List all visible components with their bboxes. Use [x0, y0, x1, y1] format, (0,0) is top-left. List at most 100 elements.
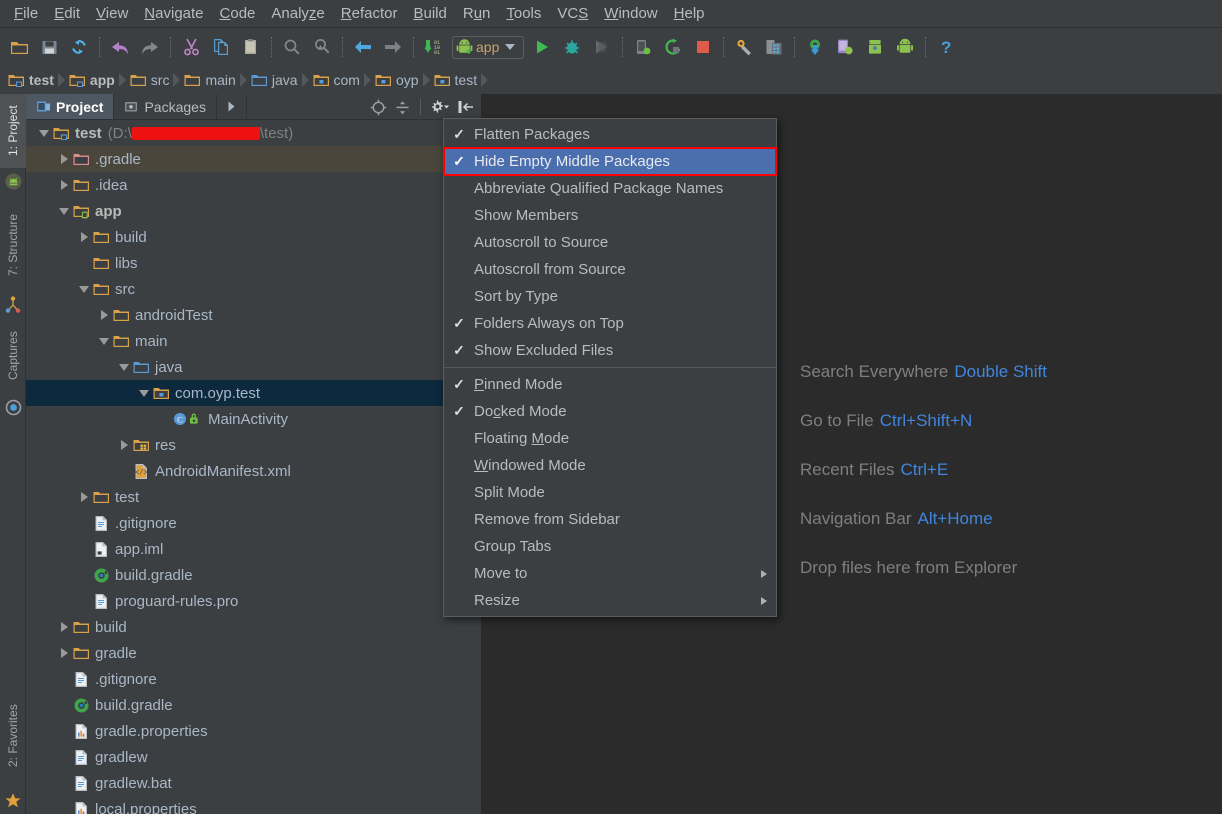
chevron-right-icon[interactable]	[76, 489, 92, 505]
tree-row[interactable]: .gradle	[26, 146, 481, 172]
tree-row[interactable]: .gitignore	[26, 510, 481, 536]
tree-row[interactable]: test (D:\ \test)	[26, 120, 481, 146]
chevron-right-icon[interactable]	[96, 307, 112, 323]
chevron-right-icon[interactable]	[56, 151, 72, 167]
tree-row[interactable]: proguard-rules.pro	[26, 588, 481, 614]
menu-analyze[interactable]: Analyze	[263, 3, 332, 24]
attach-debugger-icon[interactable]	[628, 32, 658, 62]
project-tree[interactable]: test (D:\ \test) .gradle .idea app build libs sr…	[26, 120, 481, 814]
tree-row[interactable]: main	[26, 328, 481, 354]
chevron-right-icon[interactable]	[56, 619, 72, 635]
tab-project[interactable]: Project	[26, 94, 115, 119]
find-replace-icon[interactable]	[307, 32, 337, 62]
breadcrumb-item-test[interactable]: test	[432, 66, 482, 94]
tree-row[interactable]: C MainActivity	[26, 406, 481, 432]
sync-refresh-icon[interactable]	[64, 32, 94, 62]
update-project-icon[interactable]: 01 10 01	[419, 32, 449, 62]
menu-item-abbreviate-qualified-package-names[interactable]: Abbreviate Qualified Package Names	[444, 175, 776, 202]
run-coverage-icon[interactable]	[587, 32, 617, 62]
collapse-all-icon[interactable]	[391, 96, 413, 118]
stop-icon[interactable]	[688, 32, 718, 62]
sync-gradle-icon[interactable]	[800, 32, 830, 62]
menu-tools[interactable]: Tools	[498, 3, 549, 24]
menu-file[interactable]: File	[6, 3, 46, 24]
chevron-right-icon[interactable]	[56, 645, 72, 661]
tree-row[interactable]: app	[26, 198, 481, 224]
android-icon[interactable]	[890, 32, 920, 62]
breadcrumb-item-src[interactable]: src	[128, 66, 174, 94]
tree-row[interactable]: .gitignore	[26, 666, 481, 692]
tree-row[interactable]: build.gradle	[26, 562, 481, 588]
tree-row[interactable]: gradle.properties	[26, 718, 481, 744]
back-icon[interactable]	[348, 32, 378, 62]
breadcrumb-item-main[interactable]: main	[182, 66, 239, 94]
chevron-right-icon[interactable]	[56, 177, 72, 193]
tree-row[interactable]: build	[26, 224, 481, 250]
menu-run[interactable]: Run	[455, 3, 499, 24]
find-icon[interactable]	[277, 32, 307, 62]
menu-item-split-mode[interactable]: Split Mode	[444, 479, 776, 506]
chevron-down-icon[interactable]	[36, 125, 52, 141]
chevron-down-icon[interactable]	[136, 385, 152, 401]
menu-help[interactable]: Help	[666, 3, 713, 24]
menu-item-autoscroll-to-source[interactable]: Autoscroll to Source	[444, 229, 776, 256]
tree-row[interactable]: src	[26, 276, 481, 302]
breadcrumb-item-test[interactable]: test	[6, 66, 58, 94]
menu-build[interactable]: Build	[405, 3, 454, 24]
breadcrumb-item-oyp[interactable]: oyp	[373, 66, 423, 94]
menu-edit[interactable]: Edit	[46, 3, 88, 24]
tree-row[interactable]: gradle	[26, 640, 481, 666]
menu-view[interactable]: View	[88, 3, 136, 24]
tree-row[interactable]: .idea	[26, 172, 481, 198]
run-icon[interactable]	[527, 32, 557, 62]
tree-row[interactable]: app.iml	[26, 536, 481, 562]
breadcrumb-item-app[interactable]: app	[67, 66, 119, 94]
menu-item-group-tabs[interactable]: Group Tabs	[444, 533, 776, 560]
tree-row[interactable]: res	[26, 432, 481, 458]
sidebar-item-structure[interactable]: 7: Structure	[0, 198, 26, 292]
menu-vcs[interactable]: VCS	[549, 3, 596, 24]
menu-item-flatten-packages[interactable]: ✓ Flatten Packages	[444, 121, 776, 148]
tree-row[interactable]: libs	[26, 250, 481, 276]
more-tabs-button[interactable]	[217, 94, 247, 119]
avd-manager-icon[interactable]	[759, 32, 789, 62]
menu-item-hide-empty-middle-packages[interactable]: ✓ Hide Empty Middle Packages	[443, 147, 777, 176]
menu-item-docked-mode[interactable]: ✓ Docked Mode	[444, 398, 776, 425]
menu-item-autoscroll-from-source[interactable]: Autoscroll from Source	[444, 256, 776, 283]
breadcrumb-item-com[interactable]: com	[311, 66, 364, 94]
tree-row[interactable]: build	[26, 614, 481, 640]
menu-item-show-excluded-files[interactable]: ✓ Show Excluded Files	[444, 337, 776, 364]
tree-row[interactable]: gradlew.bat	[26, 770, 481, 796]
menu-item-folders-always-on-top[interactable]: ✓ Folders Always on Top	[444, 310, 776, 337]
paste-icon[interactable]	[236, 32, 266, 62]
tree-row[interactable]: </> AndroidManifest.xml	[26, 458, 481, 484]
settings-gear-icon[interactable]	[427, 96, 453, 118]
undo-icon[interactable]	[105, 32, 135, 62]
chevron-down-icon[interactable]	[96, 333, 112, 349]
tree-row[interactable]: test	[26, 484, 481, 510]
tree-row[interactable]: local.properties	[26, 796, 481, 814]
chevron-down-icon[interactable]	[76, 281, 92, 297]
sidebar-item-favorites[interactable]: 2: Favorites	[0, 688, 26, 784]
open-folder-icon[interactable]	[4, 32, 34, 62]
copy-icon[interactable]	[206, 32, 236, 62]
menu-item-remove-from-sidebar[interactable]: Remove from Sidebar	[444, 506, 776, 533]
menu-item-move-to[interactable]: Move to	[444, 560, 776, 587]
menu-item-floating-mode[interactable]: Floating Mode	[444, 425, 776, 452]
avd-icon[interactable]	[860, 32, 890, 62]
menu-item-pinned-mode[interactable]: ✓ Pinned Mode	[444, 371, 776, 398]
menu-item-resize[interactable]: Resize	[444, 587, 776, 614]
save-all-icon[interactable]	[34, 32, 64, 62]
tree-row[interactable]: gradlew	[26, 744, 481, 770]
menu-item-show-members[interactable]: Show Members	[444, 202, 776, 229]
scroll-from-source-icon[interactable]	[367, 96, 389, 118]
tree-row[interactable]: androidTest	[26, 302, 481, 328]
sdk-manager-icon[interactable]	[729, 32, 759, 62]
chevron-right-icon[interactable]	[76, 229, 92, 245]
menu-window[interactable]: Window	[596, 3, 665, 24]
tree-row[interactable]: java	[26, 354, 481, 380]
hide-icon[interactable]	[455, 96, 477, 118]
breadcrumb-item-java[interactable]: java	[249, 66, 302, 94]
sidebar-item-project[interactable]: 1: Project	[0, 94, 26, 168]
help-icon[interactable]: ?	[931, 32, 961, 62]
